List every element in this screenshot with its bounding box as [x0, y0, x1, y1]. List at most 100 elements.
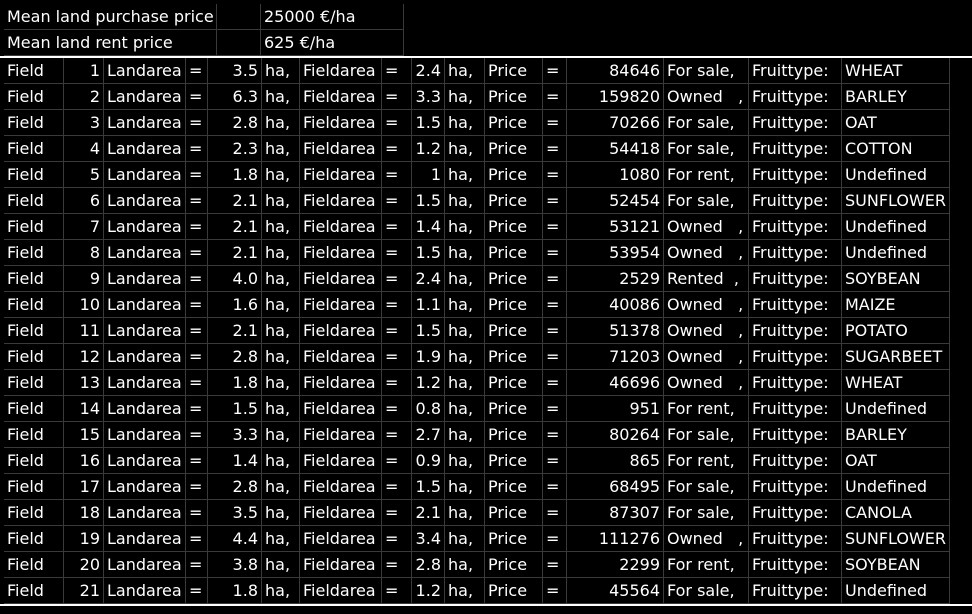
equals-sign[interactable]: =	[186, 448, 208, 474]
price-label[interactable]: Price	[485, 370, 543, 396]
fieldarea-label[interactable]: Fieldarea	[300, 422, 382, 448]
equals-sign[interactable]: =	[543, 396, 567, 422]
landarea-label[interactable]: Landarea	[104, 240, 186, 266]
landarea-value[interactable]: 2.8	[208, 110, 262, 136]
unit-ha[interactable]: ha,	[262, 110, 300, 136]
landarea-value[interactable]: 2.1	[208, 318, 262, 344]
field-number[interactable]: 10	[64, 292, 104, 318]
unit-ha[interactable]: ha,	[445, 318, 485, 344]
equals-sign[interactable]: =	[543, 318, 567, 344]
fieldarea-label[interactable]: Fieldarea	[300, 58, 382, 84]
fruittype-value[interactable]: SOYBEAN	[842, 266, 950, 292]
field-number[interactable]: 15	[64, 422, 104, 448]
fieldarea-label[interactable]: Fieldarea	[300, 162, 382, 188]
landarea-value[interactable]: 4.4	[208, 526, 262, 552]
fieldarea-value[interactable]: 2.4	[412, 266, 445, 292]
price-label[interactable]: Price	[485, 188, 543, 214]
status-value[interactable]: For sale,	[664, 422, 749, 448]
price-label[interactable]: Price	[485, 526, 543, 552]
unit-ha[interactable]: ha,	[262, 370, 300, 396]
equals-sign[interactable]: =	[186, 162, 208, 188]
fruittype-value[interactable]: BARLEY	[842, 422, 950, 448]
equals-sign[interactable]: =	[543, 136, 567, 162]
unit-ha[interactable]: ha,	[262, 162, 300, 188]
fieldarea-value[interactable]: 1.2	[412, 370, 445, 396]
field-label[interactable]: Field	[4, 396, 64, 422]
field-label[interactable]: Field	[4, 58, 64, 84]
equals-sign[interactable]: =	[186, 318, 208, 344]
landarea-label[interactable]: Landarea	[104, 266, 186, 292]
field-number[interactable]: 16	[64, 448, 104, 474]
equals-sign[interactable]: =	[382, 136, 412, 162]
field-label[interactable]: Field	[4, 526, 64, 552]
unit-ha[interactable]: ha,	[445, 396, 485, 422]
equals-sign[interactable]: =	[186, 136, 208, 162]
price-value[interactable]: 53954	[567, 240, 664, 266]
equals-sign[interactable]: =	[186, 344, 208, 370]
unit-ha[interactable]: ha,	[262, 578, 300, 604]
unit-ha[interactable]: ha,	[445, 578, 485, 604]
equals-sign[interactable]: =	[186, 214, 208, 240]
equals-sign[interactable]: =	[382, 422, 412, 448]
price-label[interactable]: Price	[485, 318, 543, 344]
price-label[interactable]: Price	[485, 58, 543, 84]
fruittype-value[interactable]: WHEAT	[842, 58, 950, 84]
fruittype-value[interactable]: POTATO	[842, 318, 950, 344]
landarea-label[interactable]: Landarea	[104, 188, 186, 214]
status-value[interactable]: For sale,	[664, 58, 749, 84]
field-label[interactable]: Field	[4, 500, 64, 526]
fruittype-label[interactable]: Fruittype:	[749, 448, 842, 474]
equals-sign[interactable]: =	[382, 214, 412, 240]
equals-sign[interactable]: =	[543, 370, 567, 396]
equals-sign[interactable]: =	[382, 266, 412, 292]
equals-sign[interactable]: =	[382, 188, 412, 214]
price-value[interactable]: 87307	[567, 500, 664, 526]
landarea-value[interactable]: 1.8	[208, 578, 262, 604]
fieldarea-value[interactable]: 1.2	[412, 578, 445, 604]
equals-sign[interactable]: =	[543, 344, 567, 370]
price-value[interactable]: 84646	[567, 58, 664, 84]
fruittype-label[interactable]: Fruittype:	[749, 110, 842, 136]
fieldarea-value[interactable]: 1.2	[412, 136, 445, 162]
price-label[interactable]: Price	[485, 396, 543, 422]
equals-sign[interactable]: =	[382, 474, 412, 500]
equals-sign[interactable]: =	[186, 370, 208, 396]
unit-ha[interactable]: ha,	[262, 84, 300, 110]
equals-sign[interactable]: =	[186, 396, 208, 422]
fieldarea-value[interactable]: 0.8	[412, 396, 445, 422]
fieldarea-value[interactable]: 3.4	[412, 526, 445, 552]
unit-ha[interactable]: ha,	[262, 214, 300, 240]
fruittype-value[interactable]: Undefined	[842, 214, 950, 240]
field-label[interactable]: Field	[4, 110, 64, 136]
fieldarea-value[interactable]: 2.4	[412, 58, 445, 84]
equals-sign[interactable]: =	[543, 240, 567, 266]
fruittype-value[interactable]: SUGARBEET	[842, 344, 950, 370]
fruittype-label[interactable]: Fruittype:	[749, 370, 842, 396]
landarea-value[interactable]: 1.6	[208, 292, 262, 318]
equals-sign[interactable]: =	[382, 396, 412, 422]
landarea-value[interactable]: 3.5	[208, 500, 262, 526]
status-value[interactable]: Owned ,	[664, 240, 749, 266]
landarea-label[interactable]: Landarea	[104, 84, 186, 110]
unit-ha[interactable]: ha,	[445, 136, 485, 162]
landarea-value[interactable]: 2.1	[208, 240, 262, 266]
price-label[interactable]: Price	[485, 136, 543, 162]
fruittype-label[interactable]: Fruittype:	[749, 500, 842, 526]
landarea-value[interactable]: 4.0	[208, 266, 262, 292]
fruittype-value[interactable]: Undefined	[842, 162, 950, 188]
equals-sign[interactable]: =	[543, 110, 567, 136]
status-value[interactable]: For sale,	[664, 188, 749, 214]
equals-sign[interactable]: =	[543, 448, 567, 474]
fieldarea-value[interactable]: 2.7	[412, 422, 445, 448]
fruittype-value[interactable]: Undefined	[842, 474, 950, 500]
price-label[interactable]: Price	[485, 552, 543, 578]
status-value[interactable]: Owned ,	[664, 318, 749, 344]
landarea-label[interactable]: Landarea	[104, 578, 186, 604]
price-value[interactable]: 71203	[567, 344, 664, 370]
equals-sign[interactable]: =	[186, 240, 208, 266]
fieldarea-label[interactable]: Fieldarea	[300, 318, 382, 344]
fruittype-label[interactable]: Fruittype:	[749, 136, 842, 162]
price-value[interactable]: 2529	[567, 266, 664, 292]
field-label[interactable]: Field	[4, 162, 64, 188]
fruittype-value[interactable]: WHEAT	[842, 370, 950, 396]
